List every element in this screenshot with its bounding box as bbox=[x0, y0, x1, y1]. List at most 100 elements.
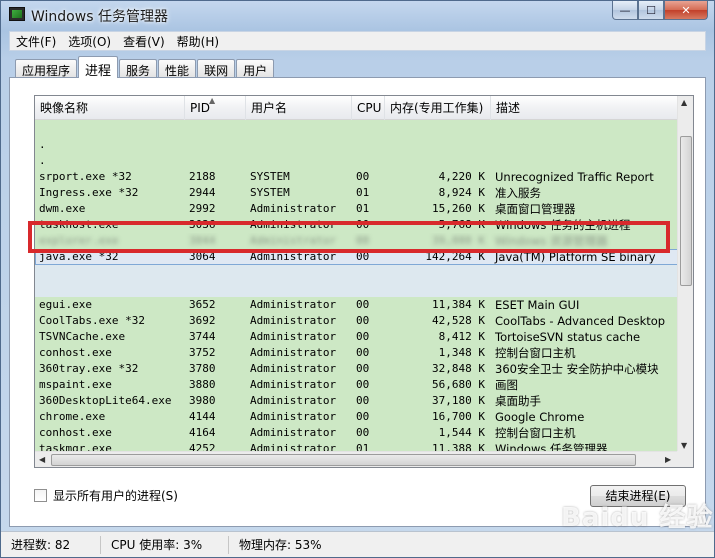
row-memory bbox=[385, 265, 491, 281]
row-user-name: SYSTEM bbox=[250, 170, 290, 183]
minimize-button[interactable]: — bbox=[612, 1, 638, 20]
row-image-name bbox=[35, 265, 185, 281]
table-row[interactable]: 360DesktopLite64.exe 3980 Administrator 00 3… bbox=[35, 393, 678, 409]
row-cpu bbox=[352, 153, 385, 169]
row-pid: 3780 bbox=[189, 362, 216, 375]
tab-services[interactable]: 服务 bbox=[119, 59, 158, 78]
row-pid: 3652 bbox=[189, 298, 216, 311]
row-cpu: 00 bbox=[356, 410, 370, 423]
tab-applications[interactable]: 应用程序 bbox=[15, 59, 78, 78]
row-user-name bbox=[246, 281, 352, 297]
row-cpu: 00 bbox=[356, 378, 370, 391]
row-pid: 3036 bbox=[189, 218, 216, 231]
show-all-users-option[interactable]: 显示所有用户的进程(S) bbox=[34, 487, 178, 504]
show-all-users-label: 显示所有用户的进程(S) bbox=[53, 489, 178, 503]
baidu-jingyan-watermark: Baidu 经验 bbox=[561, 503, 714, 533]
row-description: 360安全卫士 安全防护中心模块 bbox=[495, 362, 659, 376]
row-pid: 3980 bbox=[189, 394, 216, 407]
table-row[interactable]: conhost.exe 4164 Administrator 00 1,544 K 控制台… bbox=[35, 425, 678, 441]
row-description bbox=[491, 265, 678, 281]
row-description: ESET Main GUI bbox=[495, 298, 580, 312]
row-memory bbox=[385, 137, 491, 153]
row-cpu bbox=[352, 265, 385, 281]
table-row[interactable]: chrome.exe 4144 Administrator 00 16,700 K Goo… bbox=[35, 409, 678, 425]
row-description: TortoiseSVN status cache bbox=[495, 330, 641, 344]
tab-networking[interactable]: 联网 bbox=[197, 59, 236, 78]
table-row-selected[interactable]: java.exe *32 3064 Administrator 00 142,264 K… bbox=[35, 249, 678, 265]
scroll-right-icon[interactable]: ▶ bbox=[665, 455, 671, 464]
menu-file[interactable]: 文件(F) bbox=[10, 33, 62, 50]
table-row[interactable]: . bbox=[35, 137, 678, 153]
table-row[interactable]: CoolTabs.exe *32 3692 Administrator 00 42,52… bbox=[35, 313, 678, 329]
row-user-name: Administrator bbox=[250, 346, 337, 359]
column-cpu[interactable]: CPU bbox=[352, 96, 385, 120]
row-memory: 8,412 K bbox=[438, 330, 485, 343]
row-description: Google Chrome bbox=[495, 410, 585, 424]
close-button[interactable]: ✕ bbox=[664, 1, 708, 20]
column-pid[interactable]: PID ▲ bbox=[185, 96, 246, 120]
tab-processes[interactable]: 进程 bbox=[78, 56, 119, 79]
table-row[interactable]: . bbox=[35, 153, 678, 169]
row-pid: 4164 bbox=[189, 426, 216, 439]
row-image-name: egui.exe bbox=[39, 298, 92, 311]
row-image-name: mspaint.exe bbox=[39, 378, 112, 391]
row-memory: 11,384 K bbox=[432, 298, 485, 311]
row-user-name: Administrator bbox=[250, 250, 337, 263]
row-image-name: conhost.exe bbox=[39, 426, 112, 439]
row-cpu: 00 bbox=[356, 234, 370, 247]
table-row[interactable]: conhost.exe 3752 Administrator 00 1,348 K 控制台… bbox=[35, 345, 678, 361]
row-description: 画图 bbox=[495, 378, 518, 392]
row-memory: 32,848 K bbox=[432, 362, 485, 375]
scroll-down-icon[interactable]: ▼ bbox=[681, 441, 687, 450]
row-pid: 3880 bbox=[189, 378, 216, 391]
table-row[interactable]: egui.exe 3652 Administrator 00 11,384 K ESET … bbox=[35, 297, 678, 313]
row-pid bbox=[185, 265, 246, 281]
show-all-users-checkbox[interactable] bbox=[34, 489, 47, 502]
column-description[interactable]: 描述 bbox=[491, 96, 678, 120]
row-image-name: 360DesktopLite64.exe bbox=[39, 394, 172, 407]
vertical-scrollbar[interactable]: ▲ ▼ bbox=[677, 96, 693, 452]
row-memory: 37,180 K bbox=[432, 394, 485, 407]
table-row[interactable]: explorer.exe 3044 Administrator 00 39,000 K W… bbox=[35, 233, 678, 249]
row-image-name: taskhost.exe bbox=[39, 218, 119, 231]
row-pid bbox=[185, 281, 246, 297]
row-image-name: conhost.exe bbox=[39, 346, 112, 359]
status-cpu-usage: CPU 使用率: 3% bbox=[101, 535, 229, 554]
horizontal-scrollbar[interactable]: ◀ ▶ bbox=[35, 451, 678, 467]
row-description bbox=[491, 137, 678, 153]
column-memory[interactable]: 内存(专用工作集) bbox=[385, 96, 491, 120]
table-row[interactable]: taskhost.exe 3036 Administrator 00 5,768 K Wi… bbox=[35, 217, 678, 233]
maximize-button[interactable]: ☐ bbox=[638, 1, 664, 20]
column-user-name[interactable]: 用户名 bbox=[246, 96, 352, 120]
table-row[interactable]: dwm.exe 2992 Administrator 01 15,260 K 桌面窗口管理… bbox=[35, 201, 678, 217]
table-row[interactable] bbox=[35, 121, 678, 137]
row-memory bbox=[385, 153, 491, 169]
row-user-name: Administrator bbox=[250, 218, 337, 231]
table-row[interactable]: Ingress.exe *32 2944 SYSTEM 01 8,924 K 准入服务 bbox=[35, 185, 678, 201]
scroll-left-icon[interactable]: ◀ bbox=[39, 455, 45, 464]
row-pid: 2992 bbox=[189, 202, 216, 215]
row-memory: 16,700 K bbox=[432, 410, 485, 423]
column-image-name[interactable]: 映像名称 bbox=[35, 96, 185, 120]
scroll-up-icon[interactable]: ▲ bbox=[681, 98, 687, 107]
tab-performance[interactable]: 性能 bbox=[158, 59, 197, 78]
row-cpu bbox=[352, 137, 385, 153]
window-title: Windows 任务管理器 bbox=[31, 9, 168, 25]
table-row[interactable] bbox=[35, 281, 678, 297]
vertical-scroll-thumb[interactable] bbox=[680, 136, 692, 286]
menu-options[interactable]: 选项(O) bbox=[62, 33, 117, 50]
menu-help[interactable]: 帮助(H) bbox=[171, 33, 225, 50]
title-bar[interactable]: Windows 任务管理器 — ☐ ✕ bbox=[1, 1, 714, 29]
row-memory: 1,544 K bbox=[438, 426, 485, 439]
table-row[interactable] bbox=[35, 265, 678, 281]
menu-view[interactable]: 查看(V) bbox=[117, 33, 171, 50]
table-row[interactable]: srport.exe *32 2188 SYSTEM 00 4,220 K Unrecog… bbox=[35, 169, 678, 185]
row-pid bbox=[185, 153, 246, 169]
tab-users[interactable]: 用户 bbox=[236, 59, 275, 78]
row-user-name bbox=[246, 121, 352, 137]
table-row[interactable]: 360tray.exe *32 3780 Administrator 00 32,848… bbox=[35, 361, 678, 377]
row-memory: 5,768 K bbox=[438, 218, 485, 231]
table-row[interactable]: mspaint.exe 3880 Administrator 00 56,680 K 画图 bbox=[35, 377, 678, 393]
table-row[interactable]: TSVNCache.exe 3744 Administrator 00 8,412 K T… bbox=[35, 329, 678, 345]
horizontal-scroll-thumb[interactable] bbox=[51, 454, 636, 466]
